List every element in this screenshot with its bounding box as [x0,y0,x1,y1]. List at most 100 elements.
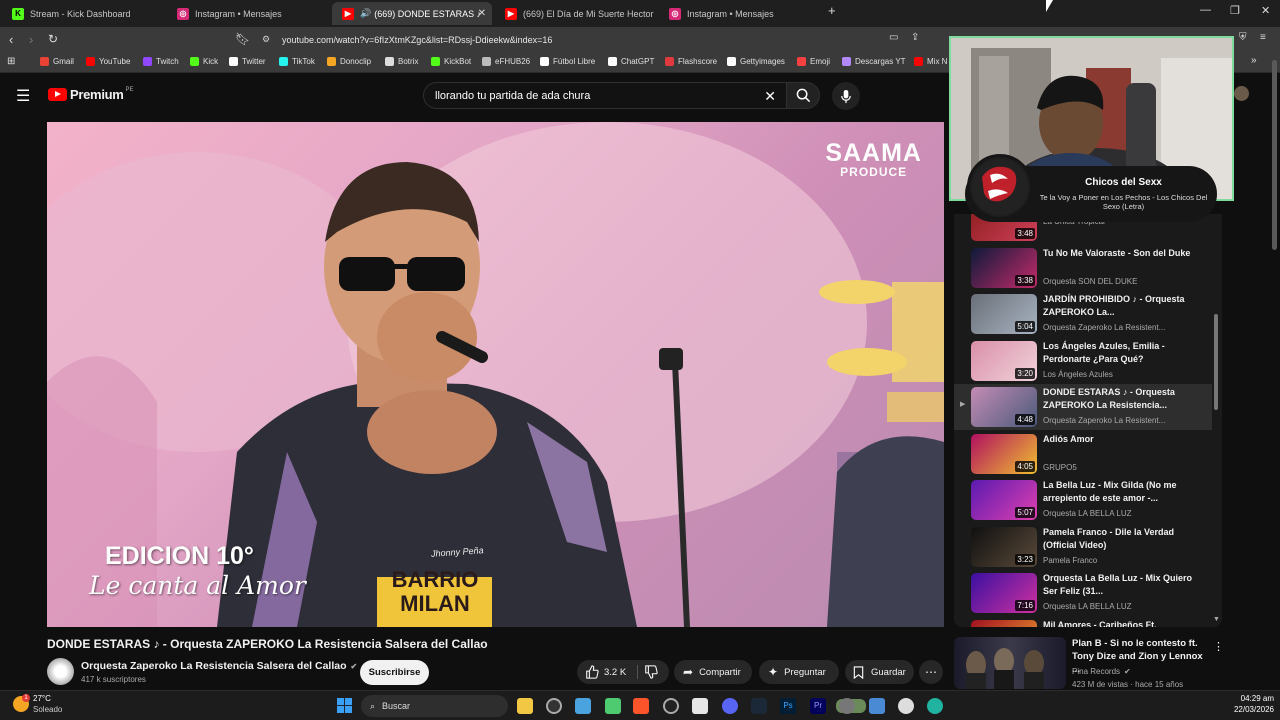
tab-donde-estaras[interactable]: ▶ 🔊 (669) DONDE ESTARAS ♪ - Or ✕ [332,2,492,25]
bookmark-kickbot[interactable]: KickBot [431,57,471,66]
tab-instagram-2[interactable]: ◎ Instagram • Mensajes [659,2,824,25]
playlist-item[interactable]: 3:20 Los Ángeles Azules, Emilia - Perdona… [954,338,1212,384]
restore-icon[interactable]: ❐ [1230,4,1240,17]
playlist-item[interactable]: 7:16 Orquesta La Bella Luz - Mix Quiero S… [954,570,1212,616]
bookmark-botrix[interactable]: Botrix [385,57,418,66]
bookmark-chatgpt[interactable]: ChatGPT [608,57,654,66]
playlist-item[interactable]: 3:23 Pamela Franco - Dile la Verdad (Offi… [954,524,1212,570]
bookmark-tiktok[interactable]: TikTok [279,57,315,66]
screen-cast-icon[interactable]: ▭ [889,32,898,43]
hamburger-menu-icon[interactable]: ☰ [16,86,30,106]
bookmark-gettyimages[interactable]: Gettyimages [727,57,785,66]
app-icon-2[interactable] [605,698,621,714]
brave-icon[interactable] [633,698,649,714]
video-player[interactable]: SAAMA PRODUCE Jhonny Peña BARRIO MILAN E… [47,122,944,627]
tab-kick-dashboard[interactable]: K Stream - Kick Dashboard [2,2,167,25]
bookmark-icon[interactable]: 🔖︎ [235,32,250,46]
channel-avatar[interactable] [47,658,74,685]
playlist-item[interactable]: 5:07 La Bella Luz - Mix Gilda (No me arre… [954,477,1212,523]
calculator-icon[interactable] [692,698,708,714]
bookmark-flashscore[interactable]: Flashscore [665,57,717,66]
tab-el-dia-de-mi-suerte[interactable]: ▶ (669) El Día de Mi Suerte Hector Lav [495,2,655,25]
file-explorer-icon[interactable] [517,698,533,714]
like-button[interactable]: 3.2 K [585,665,626,679]
bookmark-twitch[interactable]: Twitch [143,57,179,66]
recommended-channel[interactable]: Pina Records ✔ [1072,667,1131,676]
playlist-thumbnail[interactable]: 4:48 [971,387,1037,427]
tab-instagram-1[interactable]: ◎ Instagram • Mensajes [167,2,332,25]
playlist-item-current[interactable]: ▶ 4:48 DONDE ESTARAS ♪ - Orquesta ZAPEROKO… [954,384,1212,430]
bookmark-emoji[interactable]: Emoji [797,57,830,66]
bookmark-futbol-libre[interactable]: Fútbol Libre [540,57,595,66]
apps-grid-icon[interactable]: ⊞ [7,56,15,67]
share-icon[interactable]: ⇪ [911,32,919,43]
github-icon[interactable] [546,698,562,714]
playlist-thumbnail[interactable]: 4:05 [971,433,1037,474]
settings-gear-icon[interactable] [839,698,855,714]
media-icon[interactable] [663,698,679,714]
playlist-item[interactable]: 3:38 Tu No Me Valoraste - Son del Duke Orq… [954,245,1212,291]
playlist-thumbnail[interactable]: 3:23 [971,526,1037,567]
recommended-menu-icon[interactable]: ⋮ [1213,640,1224,653]
recommended-thumbnail[interactable] [954,637,1066,689]
playlist-scrollbar[interactable] [1214,314,1218,410]
bookmark-efhub26[interactable]: eFHUB26 [482,57,530,66]
steam-icon[interactable] [751,698,767,714]
playlist-item[interactable]: 5:04 JARDÍN PROHIBIDO ♪ - Orquesta ZAPERO… [954,291,1212,337]
dislike-button[interactable] [644,665,658,682]
media-player-icon[interactable] [898,698,914,714]
share-button[interactable]: ➦ Compartir [674,660,752,684]
playlist-thumbnail[interactable] [971,619,1037,627]
bookmark-gmail[interactable]: Gmail [40,57,74,66]
clock-time[interactable]: 04:29 am [1222,694,1274,703]
new-tab-button[interactable]: + [828,3,836,18]
close-tab-icon[interactable]: ✕ [478,8,486,19]
clock-date[interactable]: 22/03/2026 [1222,705,1274,714]
photoshop-icon[interactable]: Ps [780,698,796,714]
account-avatar[interactable] [1234,86,1249,101]
close-window-icon[interactable]: ✕ [1261,4,1270,17]
search-input[interactable]: llorando tu partida de ada chura ✕ [423,82,786,109]
playlist-thumbnail[interactable]: 3:38 [971,247,1037,288]
notepad-icon[interactable] [869,698,885,714]
taskbar-search[interactable]: ⌕ Buscar [361,695,866,717]
app-icon-1[interactable] [575,698,591,714]
bookmark-descargas-yt[interactable]: Descargas YT [842,57,906,66]
subscribe-button[interactable]: Suscribirse [360,660,429,685]
playlist-item[interactable]: 4:05 Adiós Amor GRUPO5 [954,431,1212,477]
bookmark-youtube[interactable]: YouTube [86,57,130,66]
reload-icon[interactable]: ↻ [48,32,58,46]
playlist-thumbnail[interactable]: 3:20 [971,340,1037,381]
save-label: Guardar [871,666,906,678]
youtube-premium-logo[interactable]: Premium PE [48,87,134,102]
vpn-icon[interactable]: ⛨ [1239,32,1247,43]
discord-icon[interactable] [722,698,738,714]
url-field[interactable]: ⚙ youtube.com/watch?v=6fIzXtmKZgc&list=R… [258,31,948,49]
playlist-thumbnail[interactable]: 5:04 [971,294,1037,334]
playlist-thumbnail[interactable]: 5:07 [971,480,1037,520]
save-button[interactable]: Guardar [845,660,914,684]
ask-button[interactable]: ✦ Preguntar [759,660,839,684]
bookmark-twitter[interactable]: Twitter [229,57,266,66]
clear-search-icon[interactable]: ✕ [764,88,776,105]
back-icon[interactable]: ‹ [9,32,13,47]
bookmark-donoclip[interactable]: Donoclip [327,57,371,66]
bookmark-kick[interactable]: Kick [190,57,218,66]
page-scrollbar[interactable] [1272,60,1277,250]
scroll-down-icon[interactable]: ▼ [1213,616,1220,623]
search-button[interactable] [786,82,820,109]
more-bookmarks[interactable]: » [1251,55,1257,66]
playlist-thumbnail[interactable]: 7:16 [971,573,1037,613]
site-info-icon[interactable]: ⚙ [262,34,270,45]
more-actions-button[interactable]: ⋯ [919,660,943,684]
forward-icon[interactable]: › [29,32,33,47]
channel-name[interactable]: Orquesta Zaperoko La Resistencia Salsera… [81,660,357,672]
windows-start-icon[interactable] [337,698,352,713]
playlist-item[interactable]: Mil Amores - Caribeños Ft. [954,617,1212,627]
voice-search-button[interactable] [832,82,860,110]
edge-icon[interactable] [927,698,943,714]
menu-icon[interactable]: ≡ [1260,32,1266,43]
premiere-icon[interactable]: Pr [810,698,826,714]
minimize-icon[interactable]: — [1200,4,1211,16]
bookmark-mix[interactable]: Mix N [914,57,947,66]
